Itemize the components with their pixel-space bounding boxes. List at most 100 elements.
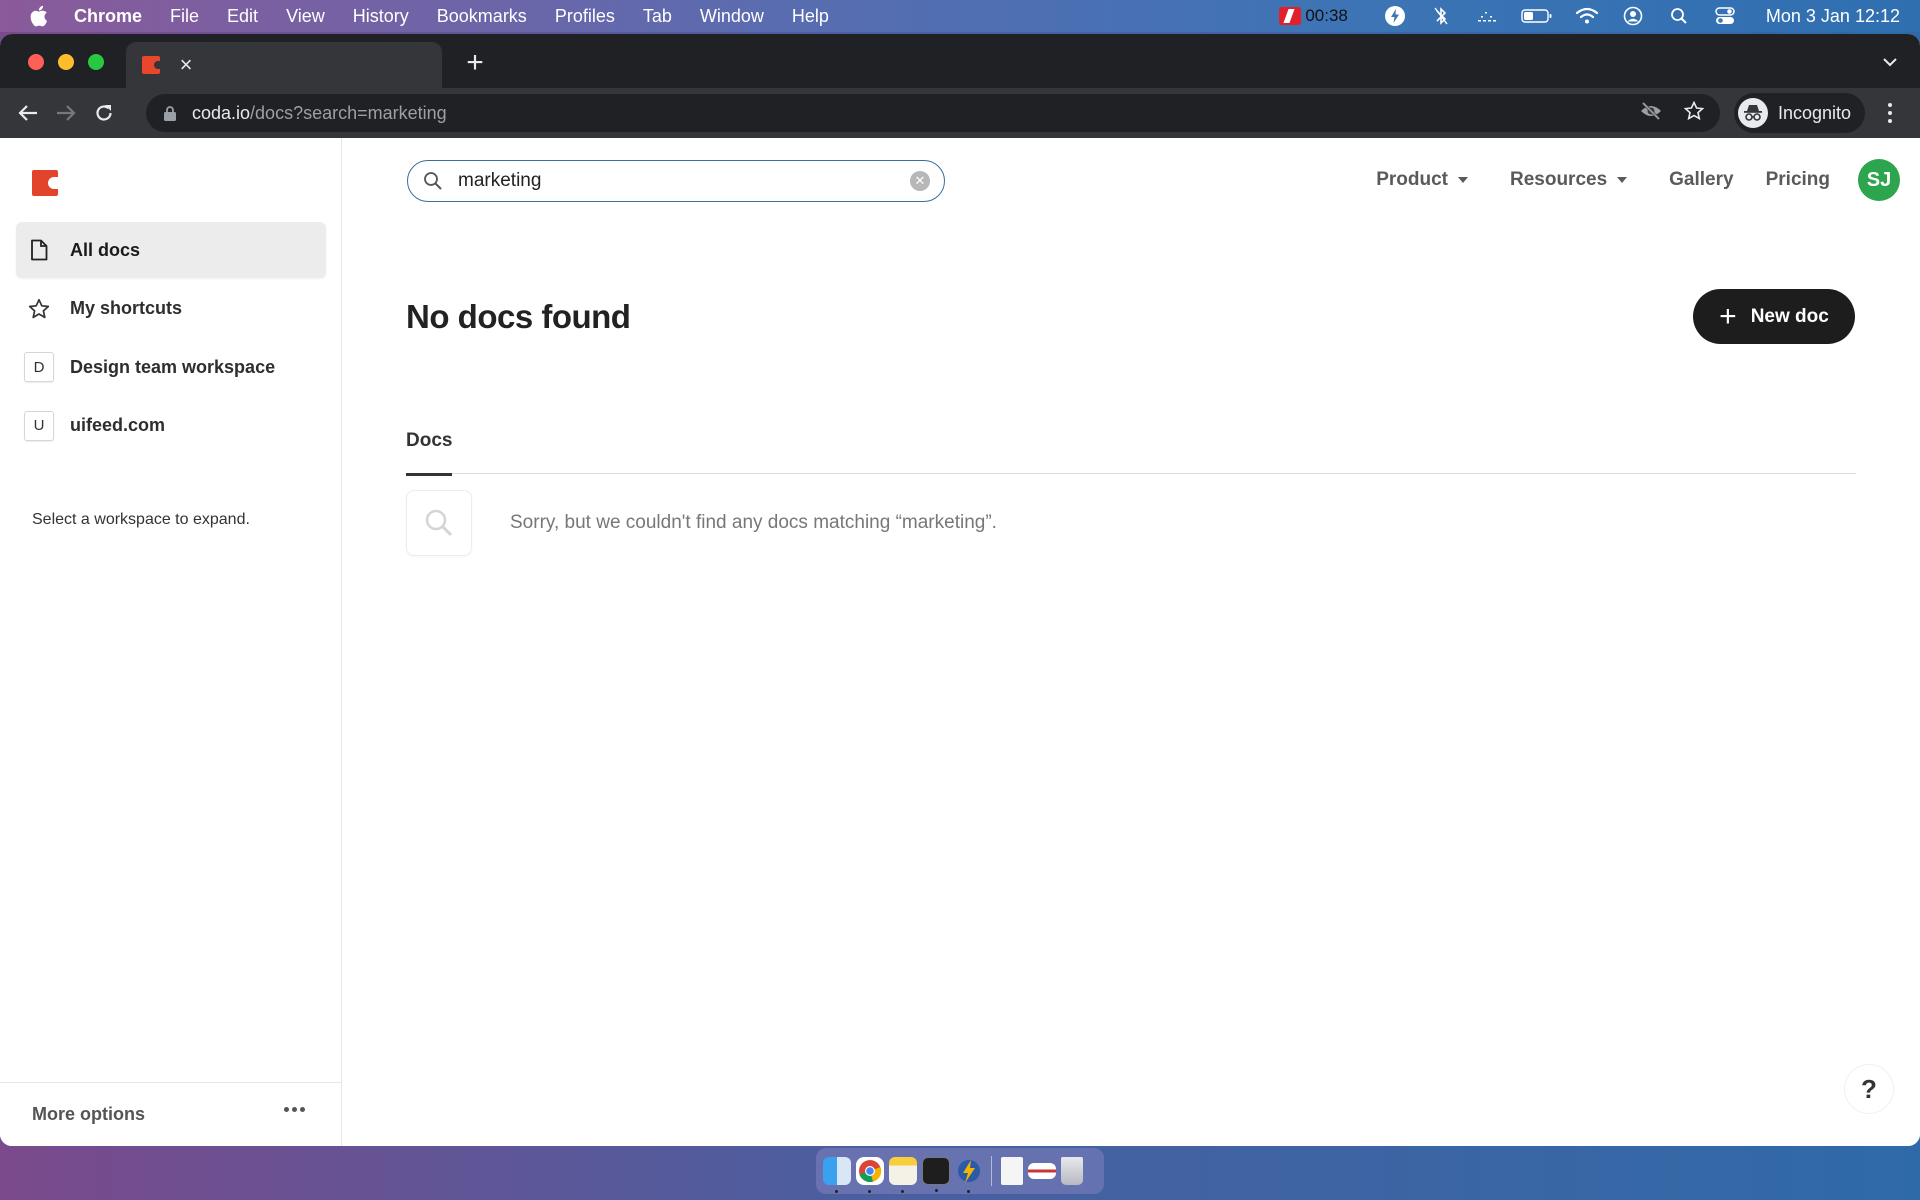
dock-reeder-icon[interactable] bbox=[954, 1157, 983, 1193]
sidebar-item-my-shortcuts[interactable]: My shortcuts bbox=[16, 281, 326, 337]
workspace-badge: D bbox=[24, 352, 54, 382]
dock-notes-icon[interactable] bbox=[888, 1157, 917, 1193]
dock-terminal-icon[interactable] bbox=[921, 1157, 950, 1192]
screen-recording-indicator[interactable]: 00:38 bbox=[1279, 6, 1348, 26]
nav-resources-label: Resources bbox=[1509, 169, 1608, 190]
menu-bar-status-area: 00:38 Mon 3 Jan 12:12 bbox=[1279, 0, 1900, 32]
sidebar-item-design-team-workspace[interactable]: D Design team workspace bbox=[16, 339, 326, 395]
workspace-badge: U bbox=[24, 410, 54, 441]
menu-window[interactable]: Window bbox=[700, 6, 764, 27]
menu-profiles[interactable]: Profiles bbox=[555, 6, 615, 27]
user-avatar[interactable]: SJ bbox=[1858, 159, 1900, 201]
incognito-icon bbox=[1738, 98, 1768, 128]
caret-down-icon bbox=[1617, 177, 1628, 183]
page-title: No docs found bbox=[406, 298, 631, 335]
window-close-button[interactable] bbox=[28, 54, 44, 70]
more-options-button[interactable]: More options bbox=[0, 1082, 341, 1146]
window-maximize-button[interactable] bbox=[88, 54, 104, 70]
tab-docs[interactable]: Docs bbox=[406, 424, 453, 476]
tab-search-chevron-icon[interactable] bbox=[1878, 50, 1902, 74]
results-tabs: Docs bbox=[406, 424, 1856, 476]
reload-icon[interactable] bbox=[86, 95, 122, 131]
menu-tab[interactable]: Tab bbox=[643, 6, 672, 27]
sidebar-nav: All docs My shortcuts D Design team work… bbox=[16, 222, 326, 456]
nav-product-dropdown[interactable]: Product bbox=[1376, 169, 1468, 191]
bookmark-star-icon[interactable] bbox=[1683, 100, 1705, 126]
menu-app-name[interactable]: Chrome bbox=[74, 6, 142, 27]
search-icon bbox=[422, 170, 444, 192]
dock-finder-icon[interactable] bbox=[822, 1157, 851, 1193]
coda-logo-icon[interactable] bbox=[32, 170, 58, 196]
help-button[interactable]: ? bbox=[1844, 1064, 1894, 1114]
browser-window: Coda | Docs × + coda.io/docs?search=mark… bbox=[0, 34, 1920, 1146]
url-host: coda.io bbox=[192, 102, 251, 123]
search-box: ✕ bbox=[407, 160, 945, 202]
macos-dock bbox=[816, 1148, 1104, 1194]
browser-tab-active[interactable]: Coda | Docs × bbox=[126, 42, 613, 315]
bluetooth-off-icon[interactable] bbox=[1428, 5, 1454, 27]
incognito-profile-button[interactable]: Incognito bbox=[1734, 93, 1866, 133]
top-navigation: Product Resources Gallery Pricing SJ bbox=[1376, 138, 1920, 222]
chrome-menu-kebab-icon[interactable] bbox=[1878, 100, 1902, 126]
network-activity-icon[interactable] bbox=[1474, 5, 1500, 27]
sidebar: All docs My shortcuts D Design team work… bbox=[0, 138, 342, 1146]
browser-toolbar: coda.io/docs?search=marketing Incognito bbox=[0, 88, 1920, 138]
sidebar-item-label: Design team workspace bbox=[70, 356, 276, 377]
recording-time: 00:38 bbox=[1305, 6, 1348, 25]
new-doc-label: New doc bbox=[1750, 305, 1829, 327]
lock-icon[interactable] bbox=[162, 104, 178, 122]
sidebar-hint: Select a workspace to expand. bbox=[32, 511, 250, 528]
sidebar-item-all-docs[interactable]: All docs bbox=[16, 222, 326, 278]
address-bar[interactable]: coda.io/docs?search=marketing bbox=[146, 94, 1720, 132]
menu-help[interactable]: Help bbox=[792, 6, 829, 27]
document-icon bbox=[28, 239, 50, 261]
clear-search-icon[interactable]: ✕ bbox=[910, 171, 930, 191]
empty-state-message: Sorry, but we couldn't find any docs mat… bbox=[510, 512, 997, 533]
nav-pricing-link[interactable]: Pricing bbox=[1766, 169, 1830, 191]
menu-bar-clock[interactable]: Mon 3 Jan 12:12 bbox=[1766, 6, 1900, 27]
url-path: /docs?search=marketing bbox=[250, 102, 447, 123]
bolt-app-icon[interactable] bbox=[1382, 5, 1408, 27]
user-account-icon[interactable] bbox=[1620, 5, 1646, 27]
star-icon bbox=[28, 298, 50, 320]
coda-page: All docs My shortcuts D Design team work… bbox=[0, 138, 1920, 1146]
apple-menu-icon[interactable] bbox=[28, 5, 50, 27]
spotlight-search-icon[interactable] bbox=[1666, 5, 1692, 27]
plus-icon: + bbox=[1719, 299, 1737, 333]
menu-bookmarks[interactable]: Bookmarks bbox=[437, 6, 527, 27]
dock-document-icon[interactable] bbox=[1000, 1157, 1023, 1185]
recording-icon bbox=[1279, 7, 1302, 25]
new-doc-button[interactable]: + New doc bbox=[1693, 289, 1855, 344]
sidebar-item-label: All docs bbox=[70, 239, 141, 260]
menu-edit[interactable]: Edit bbox=[227, 6, 258, 27]
battery-icon[interactable] bbox=[1520, 5, 1554, 27]
forward-arrow-icon[interactable] bbox=[48, 95, 84, 131]
menu-history[interactable]: History bbox=[353, 6, 409, 27]
sidebar-item-uifeed[interactable]: U uifeed.com bbox=[16, 398, 326, 454]
menu-file[interactable]: File bbox=[170, 6, 199, 27]
empty-state: Sorry, but we couldn't find any docs mat… bbox=[406, 490, 997, 556]
nav-product-label: Product bbox=[1376, 169, 1448, 190]
back-arrow-icon[interactable] bbox=[10, 95, 46, 131]
new-tab-plus-icon[interactable]: + bbox=[460, 46, 490, 79]
address-bar-actions bbox=[1640, 94, 1705, 132]
search-input[interactable] bbox=[458, 170, 910, 192]
dock-chrome-icon[interactable] bbox=[855, 1157, 884, 1193]
dock-preview-window-icon[interactable] bbox=[1027, 1163, 1056, 1179]
profile-label: Incognito bbox=[1778, 102, 1852, 123]
more-options-label: More options bbox=[32, 1104, 145, 1124]
dock-trash-icon[interactable] bbox=[1060, 1157, 1083, 1185]
window-minimize-button[interactable] bbox=[58, 54, 74, 70]
tab-close-icon[interactable]: × bbox=[174, 52, 198, 77]
control-center-icon[interactable] bbox=[1712, 5, 1738, 27]
wifi-icon[interactable] bbox=[1574, 5, 1600, 27]
more-dots-icon[interactable] bbox=[284, 1107, 305, 1112]
empty-search-icon bbox=[406, 490, 472, 556]
dock-separator bbox=[991, 1156, 992, 1186]
nav-resources-dropdown[interactable]: Resources bbox=[1509, 169, 1628, 191]
tracking-eye-off-icon[interactable] bbox=[1640, 101, 1662, 125]
tab-strip: Coda | Docs × + bbox=[0, 34, 1920, 315]
menu-view[interactable]: View bbox=[286, 6, 325, 27]
nav-gallery-link[interactable]: Gallery bbox=[1669, 169, 1733, 191]
macos-menu-bar: Chrome File Edit View History Bookmarks … bbox=[0, 0, 1920, 32]
